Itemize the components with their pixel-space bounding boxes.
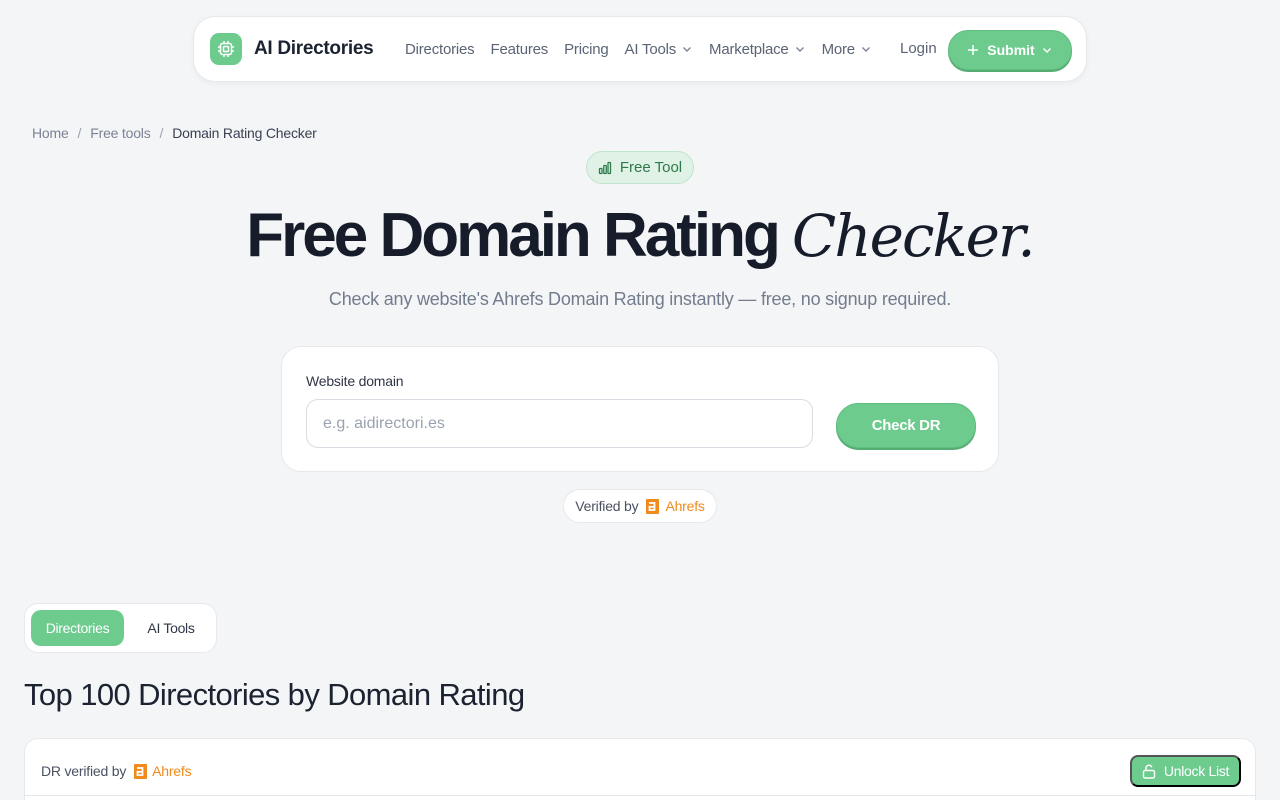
nav-pricing-label: Pricing xyxy=(564,40,609,58)
unlock-icon xyxy=(1142,764,1156,779)
check-dr-button[interactable]: Check DR xyxy=(836,403,976,448)
ahrefs-logo-icon xyxy=(134,763,148,779)
nav-ai-tools-label: AI Tools xyxy=(624,40,677,58)
ahrefs-name: Ahrefs xyxy=(665,498,705,514)
website-domain-label: Website domain xyxy=(306,373,404,389)
dr-checker-card: Website domain Check DR xyxy=(281,346,999,472)
ahrefs-name: Ahrefs xyxy=(152,763,192,779)
breadcrumb: Home / Free tools / Domain Rating Checke… xyxy=(32,125,317,141)
brand-name: AI Directories xyxy=(254,38,374,59)
page-title: Free Domain Rating Checker. xyxy=(0,200,1280,271)
table-divider xyxy=(25,795,1255,796)
nav-marketplace[interactable]: Marketplace xyxy=(709,41,806,58)
submit-label: Submit xyxy=(987,42,1035,58)
page-subtitle: Check any website's Ahrefs Domain Rating… xyxy=(328,289,952,309)
top-navbar: AI Directories Directories Features Pric… xyxy=(193,16,1087,82)
login-link[interactable]: Login xyxy=(900,40,937,57)
directories-table: DR verified by Ahrefs Unlock List xyxy=(24,738,1256,800)
unlock-list-button[interactable]: Unlock List xyxy=(1130,755,1241,787)
chevron-down-icon xyxy=(861,47,870,52)
chevron-down-icon xyxy=(683,47,692,52)
breadcrumb-separator: / xyxy=(77,125,82,141)
website-domain-input[interactable] xyxy=(306,399,813,448)
chevron-down-icon xyxy=(1042,48,1051,53)
unlock-list-label: Unlock List xyxy=(1163,763,1230,779)
nav-directories-label: Directories xyxy=(405,40,475,58)
page-title-main: Free Domain Rating xyxy=(246,201,781,270)
plus-icon xyxy=(968,45,979,55)
breadcrumb-current: Domain Rating Checker xyxy=(172,125,317,141)
free-tool-badge: Free Tool xyxy=(586,151,694,184)
nav-more-label: More xyxy=(821,40,856,58)
nav-features[interactable]: Features xyxy=(490,41,548,58)
tab-directories[interactable]: Directories xyxy=(31,610,124,646)
section-title: Top 100 Directories by Domain Rating xyxy=(24,677,525,712)
tab-ai-tools[interactable]: AI Tools xyxy=(133,610,209,646)
bar-chart-icon xyxy=(598,161,612,174)
chevron-down-icon xyxy=(795,47,804,52)
submit-button[interactable]: Submit xyxy=(948,30,1072,70)
chip-icon xyxy=(210,33,242,65)
nav-more[interactable]: More xyxy=(822,41,872,58)
verified-by-badge: Verified by Ahrefs xyxy=(563,489,717,523)
page-title-italic: Checker. xyxy=(791,202,1036,270)
breadcrumb-separator: / xyxy=(159,125,164,141)
badge-label: Free Tool xyxy=(619,159,683,176)
breadcrumb-home[interactable]: Home xyxy=(32,125,69,141)
nav-links: Directories Features Pricing AI Tools Ma… xyxy=(405,17,888,81)
ahrefs-logo-icon xyxy=(646,498,660,514)
nav-ai-tools[interactable]: AI Tools xyxy=(625,41,694,58)
dr-verified-by: DR verified by Ahrefs xyxy=(41,763,192,779)
brand[interactable]: AI Directories xyxy=(210,33,374,65)
verified-by-label: Verified by xyxy=(575,498,639,514)
nav-marketplace-label: Marketplace xyxy=(709,40,789,58)
nav-directories[interactable]: Directories xyxy=(405,40,475,58)
nav-features-label: Features xyxy=(490,40,549,58)
breadcrumb-free-tools[interactable]: Free tools xyxy=(90,125,150,141)
list-type-tabs: Directories AI Tools xyxy=(24,603,217,653)
nav-pricing[interactable]: Pricing xyxy=(564,40,609,58)
dr-verified-label: DR verified by xyxy=(41,763,127,779)
